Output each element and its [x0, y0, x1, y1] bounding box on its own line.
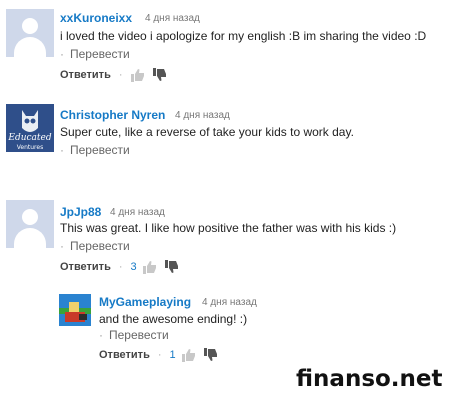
site-watermark: finanso.net: [296, 366, 443, 392]
game-character-icon: [59, 294, 91, 326]
owl-icon: Educated Ventures: [6, 104, 54, 152]
like-count: 3: [130, 261, 137, 273]
comment-text: i loved the video i apologize for my eng…: [60, 29, 427, 43]
thumbs-down-icon[interactable]: [152, 68, 169, 82]
thumbs-down-icon[interactable]: [203, 348, 220, 362]
comment-actions: Ответить · 1: [99, 348, 220, 362]
comment-time[interactable]: 4 дня назад: [202, 297, 257, 308]
comment-actions: Ответить ·: [60, 68, 169, 82]
reply-button[interactable]: Ответить: [60, 69, 111, 81]
educated-ventures-avatar[interactable]: Educated Ventures: [6, 104, 54, 152]
translate-row: · Перевести: [60, 239, 130, 253]
svg-text:Ventures: Ventures: [17, 144, 43, 151]
comment-author[interactable]: JpJp88: [60, 205, 101, 219]
translate-row: · Перевести: [60, 47, 130, 61]
gameplay-avatar[interactable]: [59, 294, 91, 326]
reply-button[interactable]: Ответить: [60, 261, 111, 273]
translate-link[interactable]: Перевести: [70, 47, 130, 61]
translate-link[interactable]: Перевести: [70, 239, 130, 253]
comment-text: This was great. I like how positive the …: [60, 221, 397, 235]
like-count: 1: [169, 349, 176, 361]
user-avatar[interactable]: [6, 9, 54, 57]
comment-text: and the awesome ending! :): [99, 312, 248, 326]
translate-link[interactable]: Перевести: [109, 328, 169, 342]
comment-time[interactable]: 4 дня назад: [145, 13, 200, 24]
reply-button[interactable]: Ответить: [99, 349, 150, 361]
comment-actions: Ответить · 3: [60, 260, 181, 274]
thumbs-up-icon[interactable]: [181, 348, 198, 362]
comment-author[interactable]: MyGameplaying: [99, 295, 191, 309]
comment-time[interactable]: 4 дня назад: [175, 110, 230, 121]
comment-text: Super cute, like a reverse of take your …: [60, 125, 354, 139]
comment-author[interactable]: xxKuroneixx: [60, 11, 132, 25]
comment-author[interactable]: Christopher Nyren: [60, 108, 165, 122]
translate-row: · Перевести: [60, 143, 130, 157]
comment-time[interactable]: 4 дня назад: [110, 207, 165, 218]
thumbs-up-icon[interactable]: [130, 68, 147, 82]
translate-row: · Перевести: [99, 328, 169, 342]
translate-link[interactable]: Перевести: [70, 143, 130, 157]
thumbs-up-icon[interactable]: [142, 260, 159, 274]
svg-text:Educated: Educated: [7, 133, 51, 143]
thumbs-down-icon[interactable]: [164, 260, 181, 274]
user-avatar[interactable]: [6, 200, 54, 248]
